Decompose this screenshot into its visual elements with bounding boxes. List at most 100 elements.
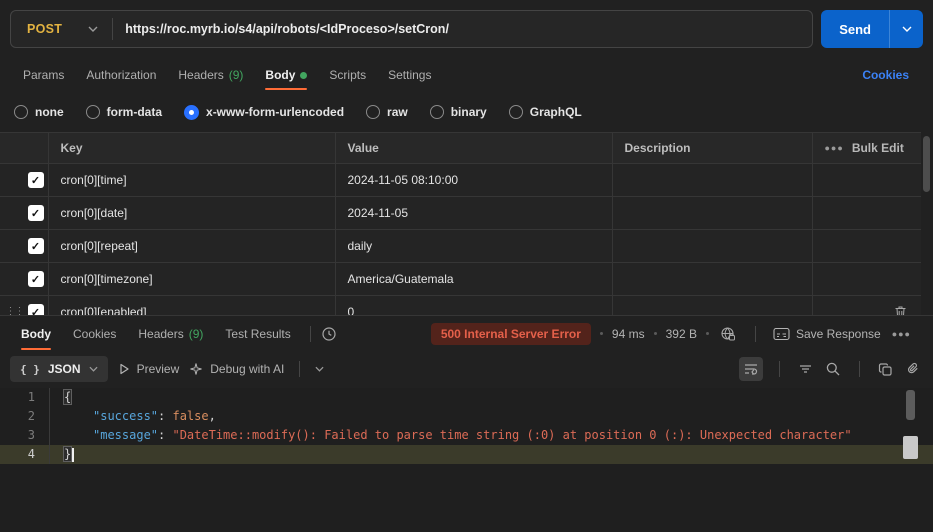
param-key[interactable]: cron[0][enabled] xyxy=(48,296,335,316)
tab-body[interactable]: Body xyxy=(254,58,318,92)
open-brace: { xyxy=(64,390,71,404)
body-modified-dot xyxy=(300,72,307,79)
param-key[interactable]: cron[0][repeat] xyxy=(48,230,335,263)
mode-none[interactable]: none xyxy=(14,105,64,119)
scrollbar-thumb-active[interactable] xyxy=(903,436,918,459)
bulk-edit-button[interactable]: ●●● Bulk Edit xyxy=(825,141,910,155)
colon: : xyxy=(158,409,172,423)
format-label: JSON xyxy=(48,362,81,376)
text-cursor xyxy=(72,448,74,462)
chevron-down-icon xyxy=(89,366,98,372)
word-wrap-button[interactable] xyxy=(739,357,763,381)
param-value[interactable]: daily xyxy=(335,230,612,263)
mode-binary[interactable]: binary xyxy=(430,105,487,119)
param-description[interactable] xyxy=(612,230,812,263)
param-description[interactable] xyxy=(612,197,812,230)
link-button[interactable] xyxy=(903,359,923,379)
radio-icon xyxy=(430,105,444,119)
param-key[interactable]: cron[0][timezone] xyxy=(48,263,335,296)
scrollbar-thumb[interactable] xyxy=(923,136,930,192)
bulk-edit-label: Bulk Edit xyxy=(852,141,904,155)
radio-icon xyxy=(14,105,28,119)
save-response-button[interactable]: Save Response xyxy=(773,327,881,341)
status-badge[interactable]: 500 Internal Server Error xyxy=(431,323,591,345)
radio-icon xyxy=(509,105,523,119)
param-description[interactable] xyxy=(612,164,812,197)
send-options-button[interactable] xyxy=(889,10,923,48)
key-column-header: Key xyxy=(48,133,335,164)
mode-urlencoded-label: x-www-form-urlencoded xyxy=(206,105,344,119)
beautify-button[interactable] xyxy=(796,360,815,378)
row-checkbox[interactable]: ✓ xyxy=(28,238,44,254)
param-key[interactable]: cron[0][time] xyxy=(48,164,335,197)
ellipsis-icon: ●●● xyxy=(892,329,911,339)
network-info-button[interactable] xyxy=(718,324,738,344)
tab-authorization-label: Authorization xyxy=(86,68,156,82)
tab-scripts[interactable]: Scripts xyxy=(318,58,377,92)
tab-settings[interactable]: Settings xyxy=(377,58,442,92)
tab-headers[interactable]: Headers (9) xyxy=(167,58,254,92)
response-body-editor[interactable]: 1 { 2 "success": false, 3 "message": "Da… xyxy=(0,388,933,532)
mode-graphql[interactable]: GraphQL xyxy=(509,105,582,119)
response-history-button[interactable] xyxy=(319,324,339,344)
response-tab-headers[interactable]: Headers (9) xyxy=(127,316,214,351)
cookies-link[interactable]: Cookies xyxy=(862,68,921,82)
send-button[interactable]: Send xyxy=(821,10,889,48)
send-button-group: Send xyxy=(821,10,923,48)
viewer-right-actions xyxy=(739,357,923,381)
table-row: ✓ cron[0][timezone] America/Guatemala xyxy=(0,263,921,296)
request-bar: POST Send xyxy=(0,0,933,58)
response-tab-headers-label: Headers xyxy=(138,327,183,341)
delete-row-button[interactable] xyxy=(892,303,909,316)
chevron-down-icon xyxy=(88,26,98,32)
debug-with-ai-button[interactable]: Debug with AI xyxy=(189,361,324,377)
table-scrollbar[interactable] xyxy=(922,134,931,315)
dot-separator xyxy=(600,332,603,335)
json-string-value: "DateTime::modify(): Failed to parse tim… xyxy=(172,428,851,442)
drag-handle-icon[interactable]: ⋮⋮ xyxy=(6,307,24,315)
method-select[interactable]: POST xyxy=(11,11,112,47)
tab-authorization[interactable]: Authorization xyxy=(75,58,167,92)
param-value[interactable]: America/Guatemala xyxy=(335,263,612,296)
response-meta: 500 Internal Server Error 94 ms 392 B Sa… xyxy=(431,323,923,345)
param-description[interactable] xyxy=(612,296,812,316)
select-column-header xyxy=(0,133,48,164)
row-checkbox[interactable]: ✓ xyxy=(28,205,44,221)
code-line: 3 "message": "DateTime::modify(): Failed… xyxy=(0,426,933,445)
row-checkbox[interactable]: ✓ xyxy=(28,271,44,287)
response-size[interactable]: 392 B xyxy=(666,327,697,341)
param-description[interactable] xyxy=(612,263,812,296)
search-button[interactable] xyxy=(823,359,843,379)
scrollbar-thumb[interactable] xyxy=(906,390,915,420)
param-value[interactable]: 2024-11-05 xyxy=(335,197,612,230)
radio-selected-icon xyxy=(184,105,199,120)
url-input[interactable] xyxy=(113,22,812,36)
tab-headers-label: Headers xyxy=(178,68,223,82)
row-checkbox[interactable]: ✓ xyxy=(28,172,44,188)
preview-button[interactable]: Preview xyxy=(118,362,180,376)
mode-x-www-form-urlencoded[interactable]: x-www-form-urlencoded xyxy=(184,105,344,120)
response-tab-body[interactable]: Body xyxy=(10,316,62,351)
line-number: 4 xyxy=(0,445,50,464)
mode-form-data[interactable]: form-data xyxy=(86,105,162,119)
response-tab-test-results[interactable]: Test Results xyxy=(214,316,301,351)
row-checkbox[interactable]: ✓ xyxy=(28,304,44,315)
format-select[interactable]: { } JSON xyxy=(10,356,108,382)
param-key[interactable]: cron[0][date] xyxy=(48,197,335,230)
param-value[interactable]: 0 xyxy=(335,296,612,316)
tab-params[interactable]: Params xyxy=(12,58,75,92)
urlencoded-params-table: Key Value Description ●●● Bulk Edit ✓ cr… xyxy=(0,132,933,315)
request-tabs: Params Authorization Headers (9) Body Sc… xyxy=(0,58,933,92)
param-value[interactable]: 2024-11-05 08:10:00 xyxy=(335,164,612,197)
copy-button[interactable] xyxy=(876,360,895,379)
comma: , xyxy=(209,409,216,423)
response-tab-test-results-label: Test Results xyxy=(225,327,290,341)
response-more-button[interactable]: ●●● xyxy=(890,327,913,341)
description-column-header: Description xyxy=(612,133,812,164)
body-mode-row: none form-data x-www-form-urlencoded raw… xyxy=(0,92,933,132)
response-tab-cookies[interactable]: Cookies xyxy=(62,316,127,351)
mode-raw[interactable]: raw xyxy=(366,105,408,119)
response-time[interactable]: 94 ms xyxy=(612,327,645,341)
json-bool-value: false xyxy=(172,409,208,423)
debug-with-ai-label: Debug with AI xyxy=(210,362,284,376)
